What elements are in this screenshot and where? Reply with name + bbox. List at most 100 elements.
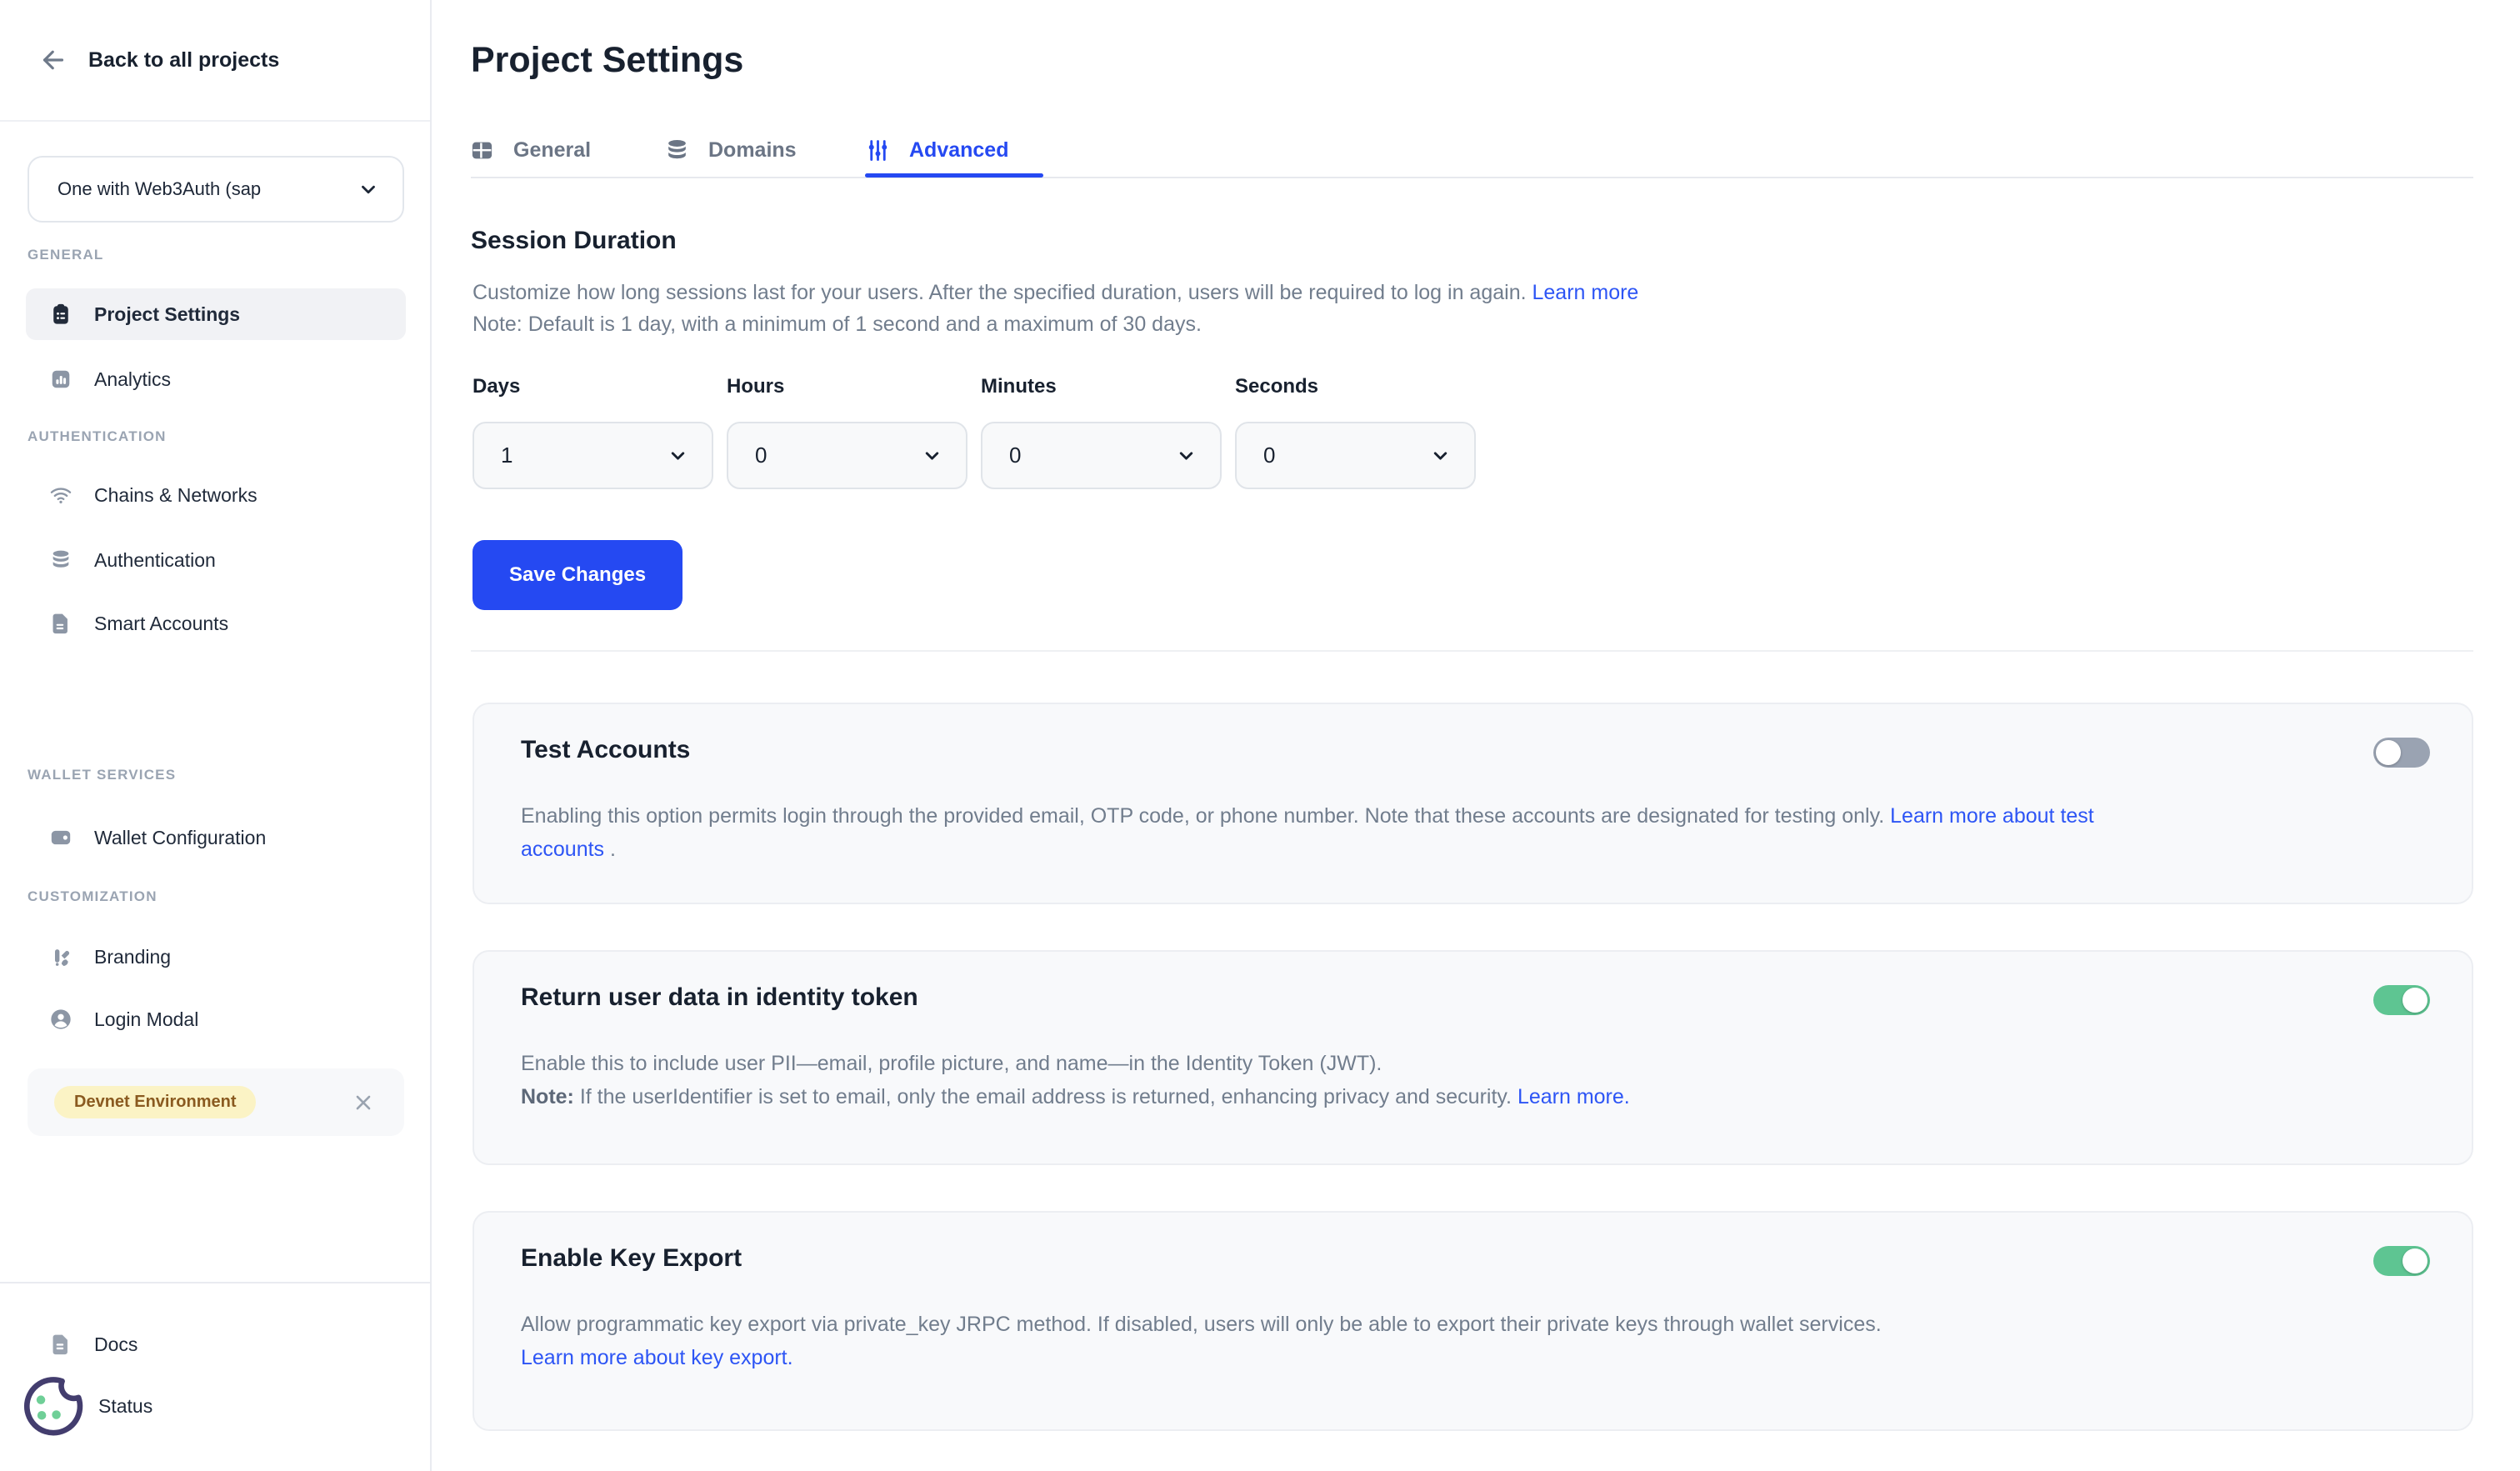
test-accounts-toggle[interactable] [2373,738,2430,768]
section-label-customization: CUSTOMIZATION [28,888,158,905]
tab-label: Domains [708,138,797,163]
database-icon [49,548,72,572]
note-label: Note: [521,1085,574,1108]
devnet-badge: Devnet Environment [54,1086,256,1118]
key-export-card: Enable Key Export Allow programmatic key… [472,1211,2473,1431]
sidebar-footer-divider [0,1282,430,1283]
hours-select-value: 0 [755,443,767,468]
sidebar: Back to all projects One with Web3Auth (… [0,0,432,1471]
sidebar-item-label: Status [98,1395,152,1418]
clipboard-icon [49,303,72,326]
docs-icon [49,1333,72,1356]
sidebar-item-branding[interactable]: Branding [26,931,406,983]
identity-token-title: Return user data in identity token [521,983,2425,1012]
back-label: Back to all projects [88,48,279,73]
sidebar-item-analytics[interactable]: Analytics [26,353,406,405]
chevron-down-icon [668,445,688,466]
tab-general[interactable]: General [469,132,591,168]
hours-select[interactable]: 0 [727,422,968,489]
app-window: Back to all projects One with Web3Auth (… [0,0,2520,1471]
sidebar-item-project-settings[interactable]: Project Settings [26,288,406,340]
toggle-knob [2376,740,2401,765]
back-to-projects-button[interactable]: Back to all projects [0,0,430,122]
identity-token-note-text: If the userIdentifier is set to email, o… [574,1085,1518,1108]
key-export-title: Enable Key Export [521,1244,2425,1273]
toggle-knob [2402,988,2428,1013]
sidebar-item-smart-accounts[interactable]: Smart Accounts [26,598,406,649]
sidebar-item-label: Project Settings [94,303,240,326]
main-content: Project Settings General Domains Advance… [432,0,2520,1471]
sidebar-item-authentication[interactable]: Authentication [26,534,406,586]
project-selector-dropdown[interactable]: One with Web3Auth (sap [28,156,404,223]
test-accounts-suffix: . [604,838,616,861]
sidebar-item-label: Login Modal [94,1008,198,1031]
database-icon [664,138,690,163]
test-accounts-text: Enabling this option permits login throu… [521,804,1890,828]
wallet-icon [49,826,72,849]
close-icon[interactable] [352,1092,374,1113]
identity-token-toggle[interactable] [2373,985,2430,1015]
tab-domains[interactable]: Domains [664,132,797,168]
learn-more-link[interactable]: Learn more [1532,281,1638,304]
key-export-toggle[interactable] [2373,1246,2430,1276]
tabbar-divider [471,177,2473,178]
sidebar-item-docs[interactable]: Docs [26,1318,406,1370]
session-duration-description: Customize how long sessions last for you… [472,277,1638,340]
session-desc-note: Note: Default is 1 day, with a minimum o… [472,308,1638,340]
section-label-wallet-services: WALLET SERVICES [28,767,176,783]
user-circle-icon [49,1008,72,1031]
sidebar-item-status[interactable]: Status [17,1380,397,1432]
seconds-label: Seconds [1235,375,1318,398]
bar-chart-icon [49,368,72,391]
identity-token-note-line: Note: If the userIdentifier is set to em… [521,1080,2154,1113]
days-field-label-wrap: Days [472,375,520,398]
learn-more-identity-link[interactable]: Learn more. [1518,1085,1630,1108]
arrow-left-icon [38,45,68,75]
file-icon [49,612,72,635]
status-cookie-icon [17,1371,87,1441]
session-desc-text: Customize how long sessions last for you… [472,281,1532,304]
key-export-line1: Allow programmatic key export via privat… [521,1308,2154,1341]
section-divider [471,650,2473,652]
tab-advanced[interactable]: Advanced [865,132,1008,168]
project-selector-value: One with Web3Auth (sap [58,178,348,200]
days-select-value: 1 [501,443,512,468]
chevron-down-icon [922,445,942,466]
devnet-banner: Devnet Environment [28,1068,404,1136]
brush-icon [49,945,72,968]
minutes-select-value: 0 [1009,443,1021,468]
section-label-authentication: AUTHENTICATION [28,428,167,445]
wifi-icon [49,483,72,507]
chevron-down-icon [1176,445,1197,466]
sidebar-item-label: Authentication [94,549,216,572]
seconds-field-label-wrap: Seconds [1235,375,1318,398]
seconds-select[interactable]: 0 [1235,422,1476,489]
sidebar-item-chains-networks[interactable]: Chains & Networks [26,469,406,521]
session-desc-line1: Customize how long sessions last for you… [472,277,1638,308]
session-duration-heading: Session Duration [471,227,677,255]
test-accounts-card: Test Accounts Enabling this option permi… [472,703,2473,904]
minutes-label: Minutes [981,375,1057,398]
minutes-field-label-wrap: Minutes [981,375,1057,398]
identity-token-card: Return user data in identity token Enabl… [472,950,2473,1165]
page-title: Project Settings [471,40,743,81]
tab-label: General [513,138,591,163]
section-label-general: GENERAL [28,247,104,263]
test-accounts-title: Test Accounts [521,736,2425,764]
test-accounts-description: Enabling this option permits login throu… [521,799,2154,866]
sidebar-item-label: Smart Accounts [94,613,228,635]
learn-more-key-export-link[interactable]: Learn more about key export. [521,1341,793,1374]
tab-label: Advanced [909,138,1008,163]
toggle-knob [2402,1248,2428,1273]
seconds-select-value: 0 [1263,443,1275,468]
sidebar-item-login-modal[interactable]: Login Modal [26,993,406,1045]
sidebar-item-label: Chains & Networks [94,484,258,507]
sidebar-item-wallet-configuration[interactable]: Wallet Configuration [26,812,406,863]
key-export-description: Allow programmatic key export via privat… [521,1308,2154,1374]
minutes-select[interactable]: 0 [981,422,1222,489]
sidebar-item-label: Branding [94,946,171,968]
save-changes-button[interactable]: Save Changes [472,540,682,610]
days-select[interactable]: 1 [472,422,713,489]
sidebar-item-label: Docs [94,1333,138,1356]
days-label: Days [472,375,520,398]
